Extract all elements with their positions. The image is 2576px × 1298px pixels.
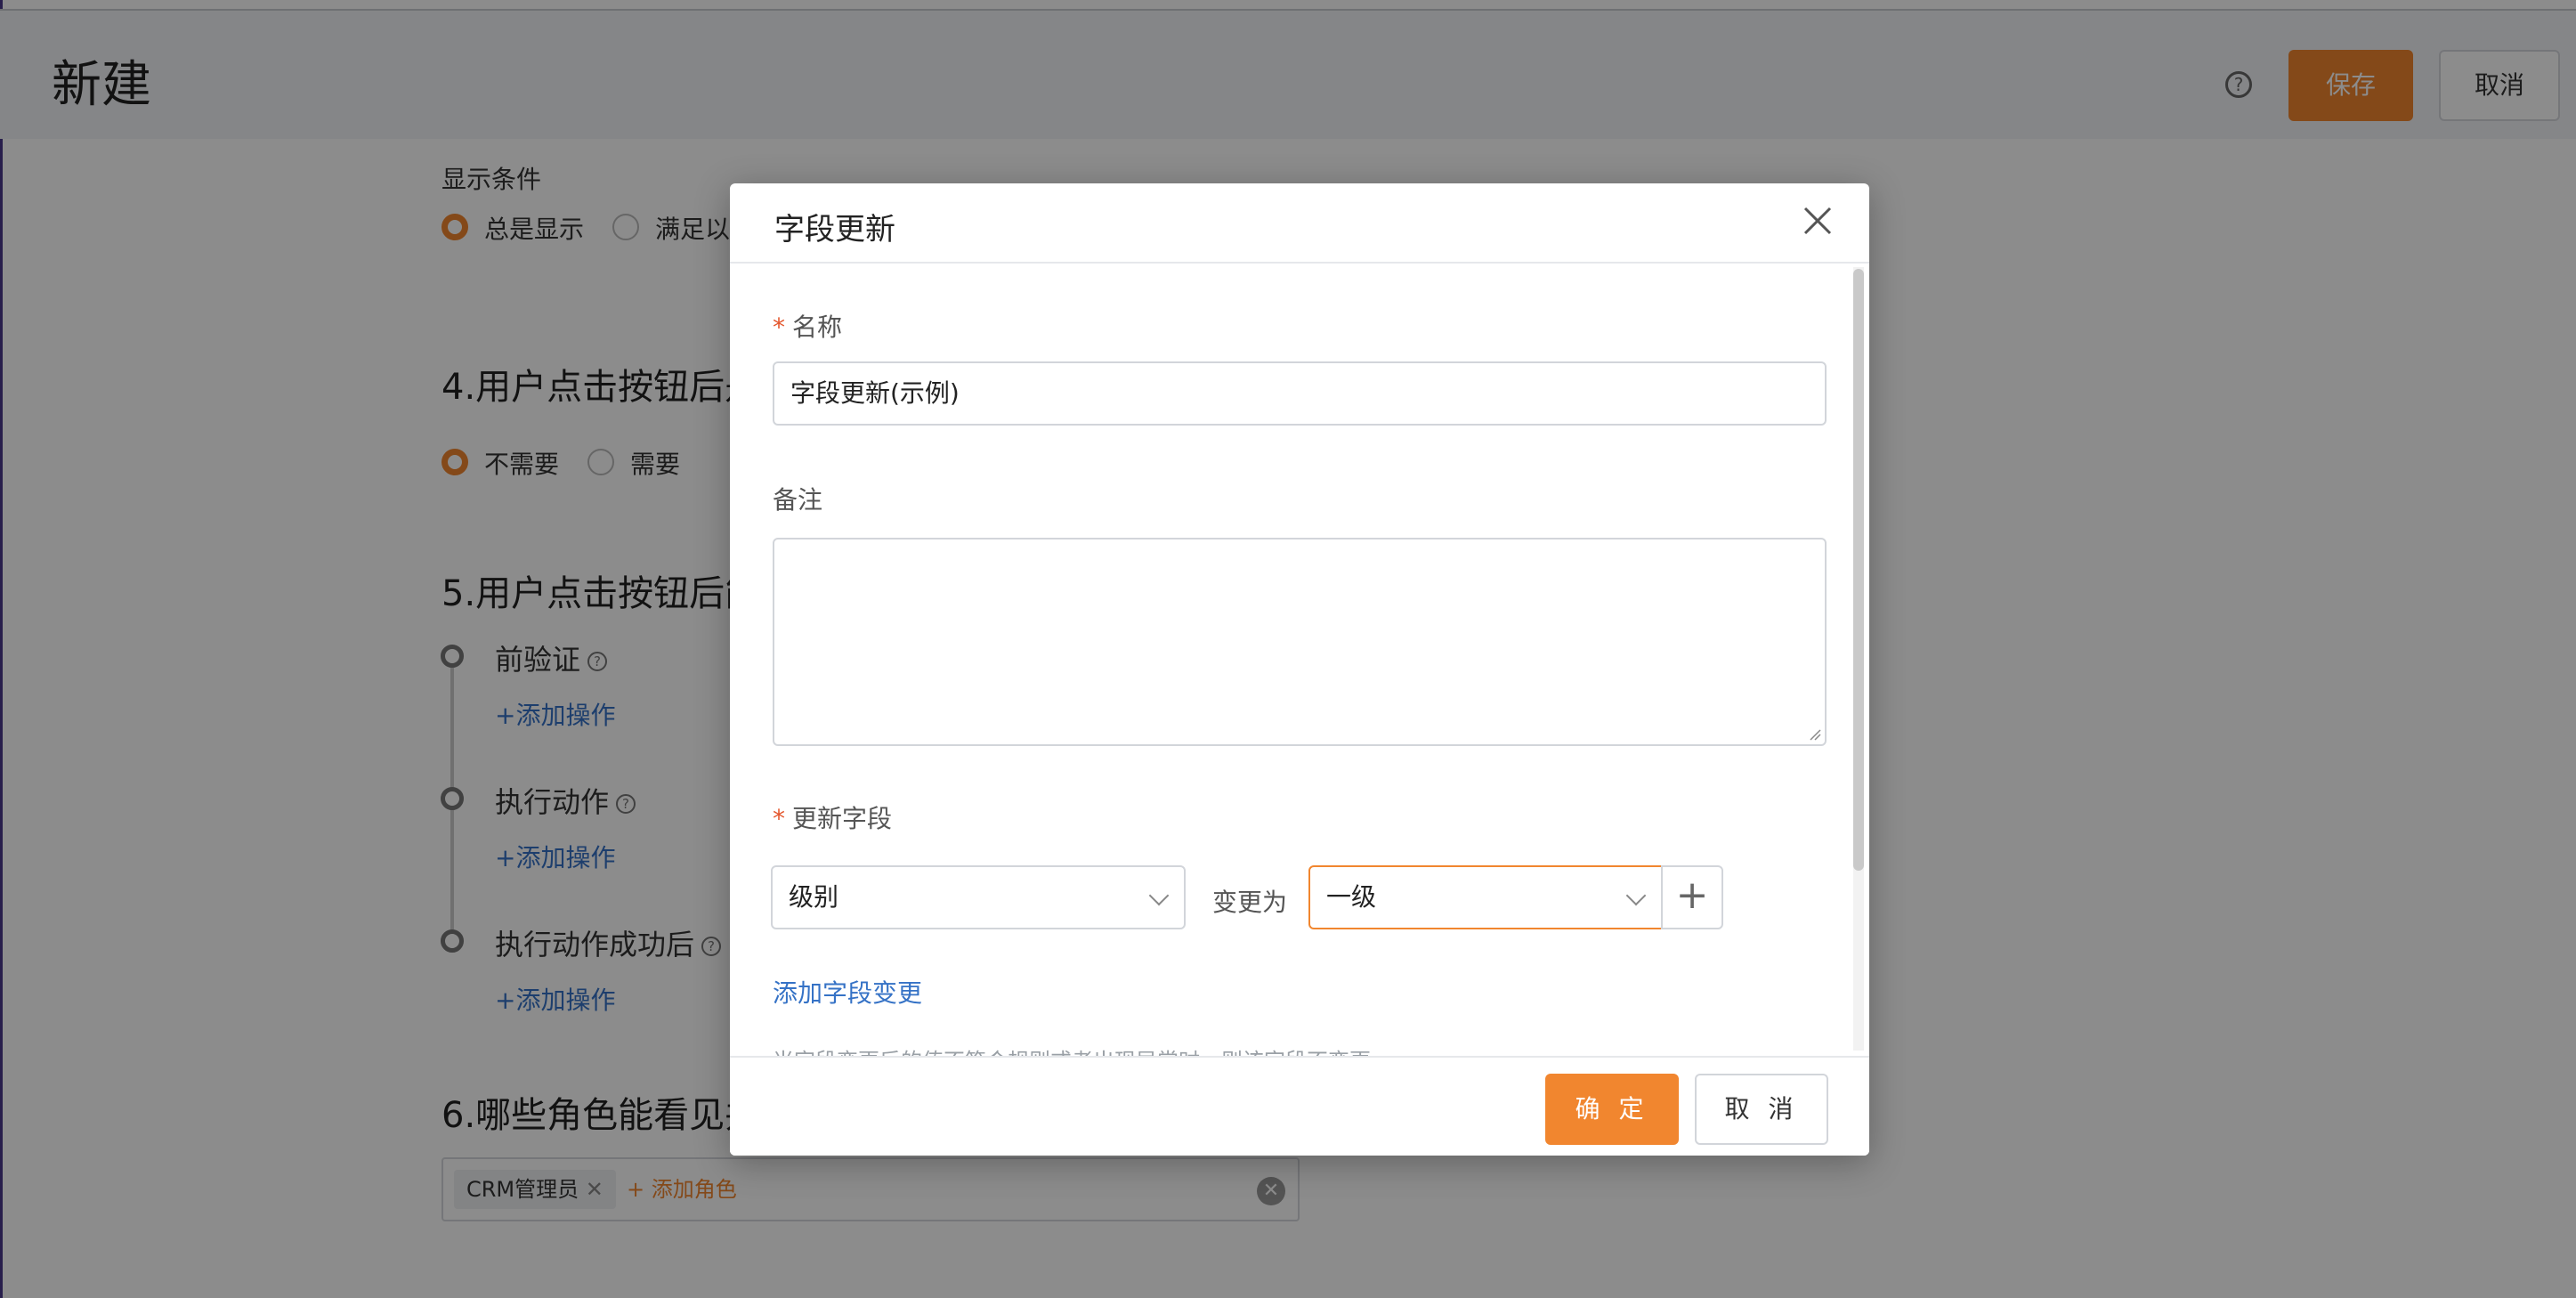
update-field-label: * 更新字段 — [773, 804, 893, 833]
add-field-change-link[interactable]: 添加字段变更 — [773, 974, 922, 1010]
change-to-label: 变更为 — [1212, 888, 1288, 917]
remark-textarea[interactable] — [773, 538, 1827, 746]
resize-handle-icon[interactable] — [1809, 728, 1821, 741]
required-mark: * — [773, 312, 785, 342]
plus-icon: + — [1675, 872, 1709, 918]
field-update-dialog: 字段更新 * 名称 字段更新(示例) 备注 * 更新字段 级别 变更为 一级 +… — [730, 183, 1869, 1156]
dialog-cancel-button[interactable]: 取 消 — [1695, 1074, 1828, 1145]
chevron-down-icon — [1148, 885, 1170, 906]
dialog-body: * 名称 字段更新(示例) 备注 * 更新字段 级别 变更为 一级 + 添加字段变更… — [730, 264, 1869, 1059]
field-select[interactable]: 级别 — [771, 865, 1186, 929]
name-input[interactable]: 字段更新(示例) — [773, 361, 1827, 426]
add-value-button[interactable]: + — [1661, 865, 1723, 929]
value-select[interactable]: 一级 — [1308, 865, 1663, 929]
chevron-down-icon — [1625, 885, 1647, 906]
name-label: * 名称 — [773, 312, 843, 342]
dialog-header: 字段更新 — [730, 183, 1869, 264]
dialog-title: 字段更新 — [774, 212, 895, 247]
dialog-footer: 确 定 取 消 — [730, 1056, 1869, 1156]
required-mark: * — [773, 804, 785, 833]
confirm-button[interactable]: 确 定 — [1545, 1074, 1679, 1145]
close-icon[interactable] — [1798, 201, 1837, 240]
remark-label: 备注 — [773, 485, 823, 515]
